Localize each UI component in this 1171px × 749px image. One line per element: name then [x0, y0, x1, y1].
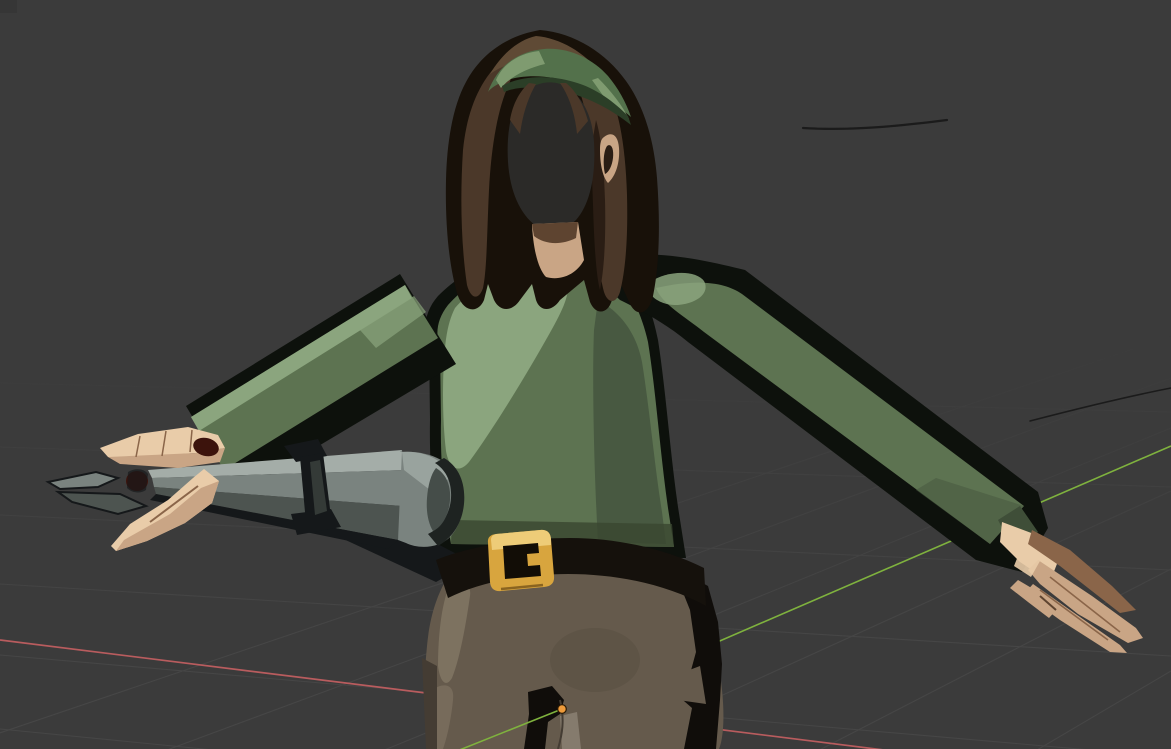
object-origin-dot[interactable] [558, 705, 567, 714]
corner-panel-edge [0, 0, 17, 13]
pants-center-shade [550, 628, 640, 692]
viewport-canvas[interactable] [0, 0, 1171, 749]
muzzle-hole-rim [127, 469, 148, 492]
viewport[interactable] [0, 0, 1171, 749]
